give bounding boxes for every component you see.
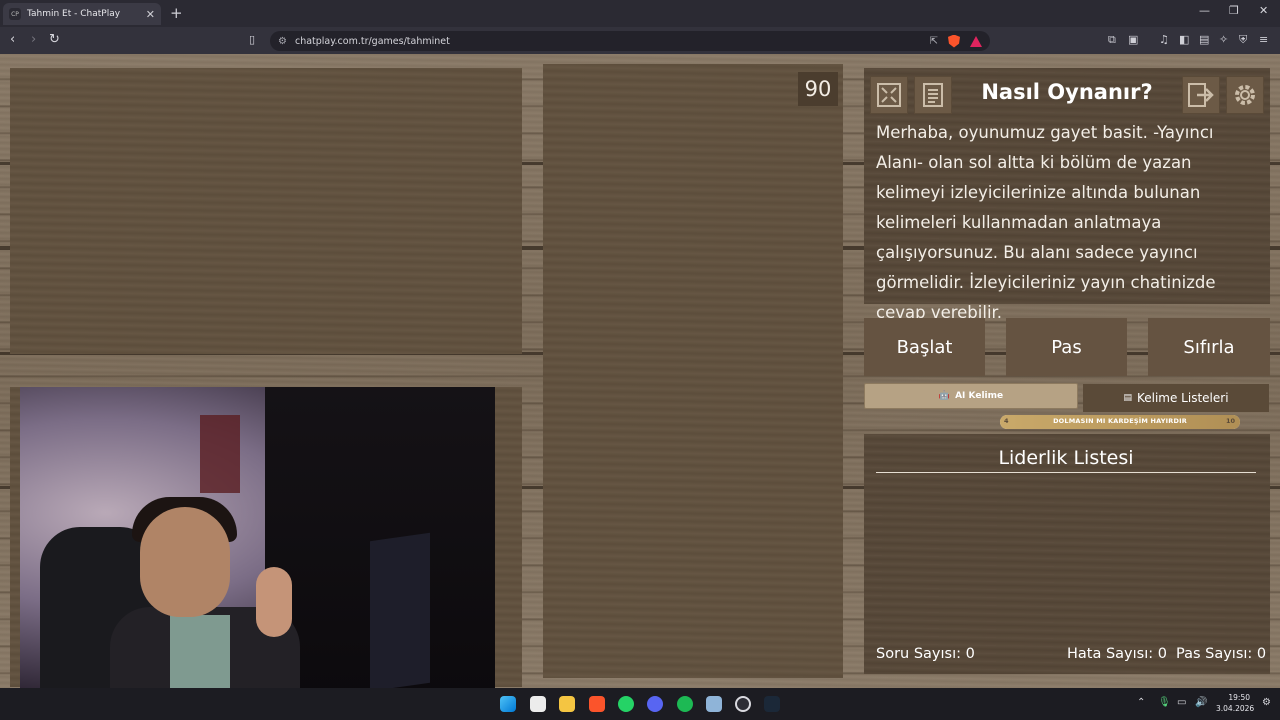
- pass-count: Pas Sayısı: 0: [1176, 646, 1267, 662]
- webcam-overlay: [20, 387, 495, 688]
- network-icon[interactable]: ▭: [1177, 697, 1186, 708]
- clock[interactable]: 19:50 3.04.2026: [1216, 692, 1255, 714]
- site-info-icon[interactable]: ⚙: [278, 36, 287, 47]
- discord-icon[interactable]: [647, 696, 663, 712]
- pass-button[interactable]: Pas: [1006, 318, 1127, 376]
- new-tab-icon[interactable]: +: [170, 4, 183, 22]
- url-text: chatplay.com.tr/games/tahminet: [294, 35, 450, 47]
- exit-button[interactable]: [1182, 76, 1220, 114]
- slider-label: DOLMASIN MI KARDEŞİM HAYIRDIR: [1053, 417, 1187, 425]
- extensions-icon[interactable]: ⧉: [1108, 33, 1116, 47]
- word-lists-button[interactable]: ▤ Kelime Listeleri: [1083, 384, 1269, 412]
- clock-time: 19:50: [1228, 693, 1250, 702]
- brave-rewards-icon[interactable]: [970, 35, 982, 47]
- error-count: Hata Sayısı: 0: [1067, 646, 1167, 662]
- menu-icon[interactable]: ≡: [1259, 33, 1268, 46]
- how-to-play-text: Merhaba, oyunumuz gayet basit. -Yayıncı …: [876, 123, 1216, 322]
- slider-max: 10: [1225, 417, 1235, 425]
- answers-panel: [543, 64, 843, 678]
- whatsapp-icon[interactable]: [618, 696, 634, 712]
- minimize-icon[interactable]: —: [1199, 4, 1210, 17]
- obs-icon[interactable]: [735, 696, 751, 712]
- game-page: 90 Nasıl Oynanır? Merhaba, oyunumuz gaye…: [0, 54, 1280, 688]
- browser-tab[interactable]: CP Tahmin Et - ChatPlay ✕: [3, 3, 161, 25]
- ai-word-button[interactable]: 🤖 AI Kelime: [864, 383, 1078, 409]
- app-icon[interactable]: [706, 696, 722, 712]
- close-tab-icon[interactable]: ✕: [146, 8, 155, 21]
- leaderboard-title: Liderlik Listesi: [998, 447, 1134, 469]
- brave-browser-icon[interactable]: [589, 696, 605, 712]
- tab-title: Tahmin Et - ChatPlay: [27, 9, 121, 19]
- microphone-icon[interactable]: 🎙: [1158, 697, 1171, 708]
- word-panel: [10, 68, 522, 354]
- exit-icon: [1188, 83, 1214, 107]
- vpn-icon[interactable]: ⛨: [1239, 33, 1247, 47]
- taskbar: ⌃ 🎙 ▭ 🔊 19:50 3.04.2026 ⚙: [0, 688, 1280, 720]
- address-bar[interactable]: ⚙ chatplay.com.tr/games/tahminet ⇱: [270, 31, 990, 51]
- back-icon[interactable]: ‹: [10, 32, 15, 47]
- gear-icon: [1235, 85, 1255, 105]
- file-explorer-icon[interactable]: [559, 696, 575, 712]
- start-button[interactable]: Başlat: [864, 318, 985, 376]
- leaderboard-panel: [864, 434, 1270, 674]
- media-icon[interactable]: ♫: [1159, 33, 1169, 46]
- restore-icon[interactable]: ❐: [1229, 4, 1239, 17]
- forward-icon[interactable]: ›: [31, 32, 36, 47]
- steam-icon[interactable]: [764, 696, 780, 712]
- question-count: Soru Sayısı: 0: [876, 646, 975, 662]
- leo-ai-icon[interactable]: ✧: [1219, 33, 1228, 46]
- how-to-play-header: Nasıl Oynanır?: [864, 68, 1270, 122]
- spotify-icon[interactable]: [677, 696, 693, 712]
- windows-start-icon[interactable]: [500, 696, 516, 712]
- widgets-icon[interactable]: [530, 696, 546, 712]
- timer: 90: [798, 72, 838, 106]
- volume-icon[interactable]: 🔊: [1195, 697, 1207, 708]
- robot-icon: 🤖: [938, 391, 951, 401]
- tray-chevron-icon[interactable]: ⌃: [1137, 697, 1145, 708]
- clock-date: 3.04.2026: [1216, 704, 1255, 713]
- leaderboard-divider: [876, 472, 1256, 473]
- browser-toolbar: ‹ › ↻ ▯ ⚙ chatplay.com.tr/games/tahminet…: [0, 27, 1280, 54]
- word-lists-label: Kelime Listeleri: [1136, 391, 1229, 405]
- close-window-icon[interactable]: ✕: [1259, 4, 1268, 17]
- favicon-icon: CP: [9, 8, 21, 20]
- list-icon: ▤: [1123, 393, 1132, 403]
- bookmark-icon[interactable]: ▯: [249, 33, 255, 46]
- screenshot-icon[interactable]: ▣: [1128, 33, 1138, 46]
- ai-word-label: AI Kelime: [955, 391, 1004, 401]
- reset-button[interactable]: Sıfırla: [1148, 318, 1270, 376]
- wallet-icon[interactable]: ▤: [1199, 33, 1209, 46]
- share-icon[interactable]: ⇱: [930, 36, 938, 47]
- reload-icon[interactable]: ↻: [49, 32, 60, 47]
- difficulty-slider[interactable]: 4 DOLMASIN MI KARDEŞİM HAYIRDIR 10: [1000, 415, 1240, 429]
- notifications-icon[interactable]: ⚙: [1262, 697, 1271, 708]
- settings-button[interactable]: [1226, 76, 1264, 114]
- brave-shield-icon[interactable]: [948, 34, 960, 48]
- tab-bar: CP Tahmin Et - ChatPlay ✕ + — ❐ ✕: [0, 0, 1280, 27]
- sidebar-icon[interactable]: ◧: [1179, 33, 1189, 46]
